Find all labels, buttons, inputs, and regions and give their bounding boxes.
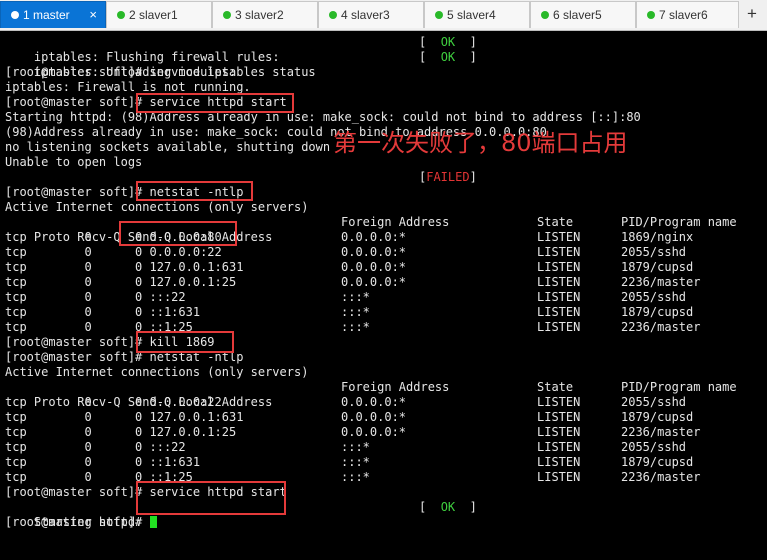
tab-master[interactable]: 1 master × <box>0 1 106 28</box>
status-dot-icon <box>117 11 125 19</box>
terminal-line: Active Internet connections (only server… <box>5 200 309 214</box>
prompt: [root@master soft]# <box>5 185 150 199</box>
tab-bar: 1 master × 2 slaver1 3 slaver2 4 slaver3… <box>0 0 767 31</box>
terminal-line: no listening sockets available, shutting… <box>5 140 331 154</box>
close-icon[interactable]: × <box>89 7 97 22</box>
table-header: Proto Recv-Q Send-Q Local Address Foreig… <box>33 380 737 409</box>
highlight-box <box>136 331 234 353</box>
new-tab-button[interactable]: + <box>739 1 765 28</box>
terminal-line: [root@master soft]# service iptables sta… <box>5 65 316 79</box>
highlight-box <box>119 221 237 246</box>
tab-slaver6[interactable]: 7 slaver6 <box>636 1 739 28</box>
prompt: [root@master soft]# <box>5 335 150 349</box>
status-dot-icon <box>541 11 549 19</box>
terminal-line: Unable to open logs <box>5 155 143 169</box>
table-row: tcp 0 0 127.0.0.1:631 0.0.0.0:* LISTEN 1879… <box>5 260 694 274</box>
terminal-output[interactable]: iptables: Flushing firewall rules: [ OK … <box>0 31 767 539</box>
annotation-text: 第一次失败了，80端口占用 <box>333 129 628 157</box>
tab-slaver1[interactable]: 2 slaver1 <box>106 1 212 28</box>
status-ok: [ OK ] <box>419 35 477 49</box>
table-row: tcp 0 0 127.0.0.1:631 0.0.0.0:* LISTEN 1879… <box>5 410 694 424</box>
status-dot-icon <box>11 11 19 19</box>
status-dot-icon <box>223 11 231 19</box>
table-row: tcp 0 0 127.0.0.1:25 0.0.0.0:* LISTEN 2236/… <box>5 275 701 289</box>
terminal-line: Starting httpd: [ OK ] <box>5 500 477 529</box>
prompt: [root@master soft]# <box>5 95 150 109</box>
terminal-line: iptables: Flushing firewall rules: [ OK … <box>5 35 477 64</box>
tab-label: 6 slaver5 <box>553 8 602 22</box>
prompt: [root@master soft]# <box>5 515 150 529</box>
tab-label: 2 slaver1 <box>129 8 178 22</box>
tab-slaver5[interactable]: 6 slaver5 <box>530 1 636 28</box>
status-ok: [ OK ] <box>419 50 477 64</box>
terminal-line: [FAILED] <box>5 170 477 185</box>
tab-slaver4[interactable]: 5 slaver4 <box>424 1 530 28</box>
terminal-line: [root@master soft]# <box>5 515 157 530</box>
highlight-box <box>136 181 253 201</box>
table-row: tcp 0 0 ::1:631:::* LISTEN 1879/cupsd <box>5 455 694 469</box>
status-dot-icon <box>435 11 443 19</box>
prompt: [root@master soft]# <box>5 485 150 499</box>
highlight-box <box>136 93 294 113</box>
terminal-line: iptables: Unloading modules: [ OK ] <box>5 50 477 79</box>
highlight-box <box>136 481 286 515</box>
table-row: tcp 0 0 :::22:::* LISTEN 2055/sshd <box>5 290 687 304</box>
tab-label: 4 slaver3 <box>341 8 390 22</box>
table-row: tcp 0 0 127.0.0.1:25 0.0.0.0:* LISTEN 2236/… <box>5 425 701 439</box>
tab-label: 3 slaver2 <box>235 8 284 22</box>
terminal-line: Active Internet connections (only server… <box>5 365 309 379</box>
status-dot-icon <box>329 11 337 19</box>
tab-slaver3[interactable]: 4 slaver3 <box>318 1 424 28</box>
tab-label: 1 master <box>23 8 70 22</box>
cursor-icon <box>149 516 157 528</box>
tab-label: 5 slaver4 <box>447 8 496 22</box>
tab-label: 7 slaver6 <box>659 8 708 22</box>
status-failed: [FAILED] <box>419 170 477 184</box>
tab-slaver2[interactable]: 3 slaver2 <box>212 1 318 28</box>
table-row: tcp 0 0 ::1:631:::* LISTEN 1879/cupsd <box>5 305 694 319</box>
status-dot-icon <box>647 11 655 19</box>
table-row: tcp 0 0 :::22:::* LISTEN 2055/sshd <box>5 440 687 454</box>
table-row: tcp 0 0 0.0.0.0:22 0.0.0.0:* LISTEN 2055/ss… <box>5 395 687 409</box>
status-ok: [ OK ] <box>419 500 477 514</box>
table-row: tcp 0 0 0.0.0.0:22 0.0.0.0:* LISTEN 2055/ss… <box>5 245 687 259</box>
